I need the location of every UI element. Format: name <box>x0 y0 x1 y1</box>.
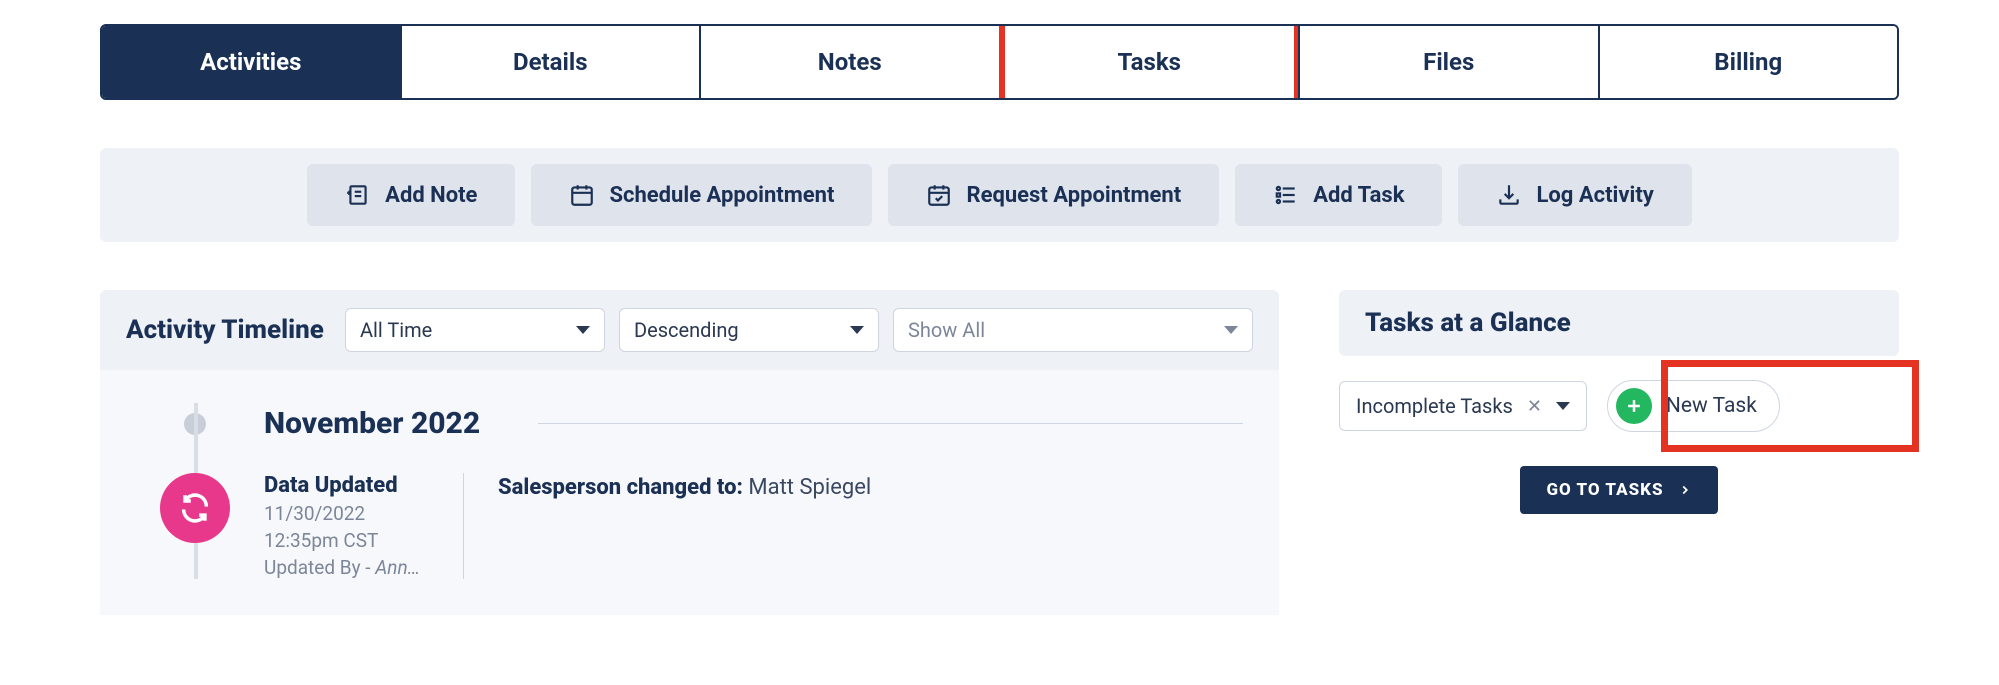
tab-label: Activities <box>200 48 301 76</box>
button-label: Schedule Appointment <box>609 183 834 208</box>
event-desc-value: Matt Spiegel <box>748 475 871 500</box>
event-description: Salesperson changed to: Matt Spiegel <box>498 473 871 500</box>
event-updated-by: Updated By - Ann… <box>264 556 441 579</box>
chevron-down-icon <box>576 326 590 334</box>
download-icon <box>1496 182 1522 208</box>
dropdown-value: All Time <box>360 318 432 342</box>
timeline-month-title: November 2022 <box>264 406 480 441</box>
dropdown-placeholder: Show All <box>908 318 985 342</box>
event-title: Data Updated <box>264 473 441 498</box>
button-label: Add Note <box>385 183 477 208</box>
show-filter-dropdown[interactable]: Show All <box>893 308 1253 352</box>
log-activity-button[interactable]: Log Activity <box>1458 164 1691 226</box>
tab-billing[interactable]: Billing <box>1598 26 1898 98</box>
schedule-appointment-button[interactable]: Schedule Appointment <box>531 164 872 226</box>
new-task-button[interactable]: New Task <box>1607 380 1780 432</box>
updated-by-name: Ann… <box>375 556 420 579</box>
add-task-button[interactable]: Add Task <box>1235 164 1442 226</box>
tab-files[interactable]: Files <box>1298 26 1598 98</box>
tasks-controls-row: Incomplete Tasks ✕ New Task <box>1339 380 1899 432</box>
tab-label: Tasks <box>1118 48 1181 76</box>
add-note-button[interactable]: Add Note <box>307 164 515 226</box>
go-to-tasks-button[interactable]: GO TO TASKS <box>1520 466 1717 514</box>
timeline-header: Activity Timeline All Time Descending Sh… <box>100 290 1279 370</box>
tasks-filter-dropdown[interactable]: Incomplete Tasks ✕ <box>1339 381 1587 431</box>
event-date: 11/30/2022 <box>264 502 441 525</box>
calendar-request-icon <box>926 182 952 208</box>
activity-timeline-panel: Activity Timeline All Time Descending Sh… <box>100 290 1279 615</box>
button-label: New Task <box>1666 394 1757 418</box>
tab-label: Notes <box>818 48 882 76</box>
note-add-icon <box>345 182 371 208</box>
button-label: Log Activity <box>1536 183 1653 208</box>
event-meta-block: Data Updated 11/30/2022 12:35pm CST Upda… <box>264 473 464 579</box>
tab-label: Details <box>513 48 588 76</box>
tasks-panel-title: Tasks at a Glance <box>1339 290 1899 356</box>
button-label: GO TO TASKS <box>1546 480 1663 500</box>
tab-tasks[interactable]: Tasks <box>999 26 1299 98</box>
tab-details[interactable]: Details <box>400 26 700 98</box>
refresh-icon <box>178 491 212 525</box>
clear-filter-icon[interactable]: ✕ <box>1527 396 1542 417</box>
calendar-icon <box>569 182 595 208</box>
button-label: Add Task <box>1313 183 1404 208</box>
event-time: 12:35pm CST <box>264 529 441 552</box>
chevron-down-icon <box>1556 402 1570 410</box>
task-list-icon <box>1273 182 1299 208</box>
time-range-dropdown[interactable]: All Time <box>345 308 605 352</box>
dropdown-value: Descending <box>634 318 739 342</box>
timeline-month-row: November 2022 <box>160 406 1243 441</box>
button-label: Request Appointment <box>966 183 1181 208</box>
action-bar: Add Note Schedule Appointment Request Ap… <box>100 148 1899 242</box>
tab-activities[interactable]: Activities <box>102 26 400 98</box>
tab-notes[interactable]: Notes <box>699 26 999 98</box>
chevron-right-icon <box>1678 483 1692 497</box>
updated-by-prefix: Updated By - <box>264 556 375 579</box>
event-desc-label: Salesperson changed to: <box>498 475 748 500</box>
sort-order-dropdown[interactable]: Descending <box>619 308 879 352</box>
dropdown-value: Incomplete Tasks <box>1356 394 1513 418</box>
chevron-down-icon <box>850 326 864 334</box>
timeline-body: November 2022 Data Updated 11/30/2022 <box>100 370 1279 615</box>
request-appointment-button[interactable]: Request Appointment <box>888 164 1219 226</box>
timeline-event: Data Updated 11/30/2022 12:35pm CST Upda… <box>160 473 1243 579</box>
timeline-event-icon-badge <box>160 473 230 543</box>
divider <box>538 423 1243 424</box>
tab-label: Files <box>1423 48 1474 76</box>
chevron-down-icon <box>1224 326 1238 334</box>
tabs-bar: Activities Details Notes Tasks Files Bil… <box>100 24 1899 100</box>
tasks-at-glance-panel: Tasks at a Glance Incomplete Tasks ✕ New… <box>1339 290 1899 514</box>
tab-label: Billing <box>1714 48 1782 76</box>
timeline-title: Activity Timeline <box>126 315 324 345</box>
plus-circle-icon <box>1616 388 1652 424</box>
